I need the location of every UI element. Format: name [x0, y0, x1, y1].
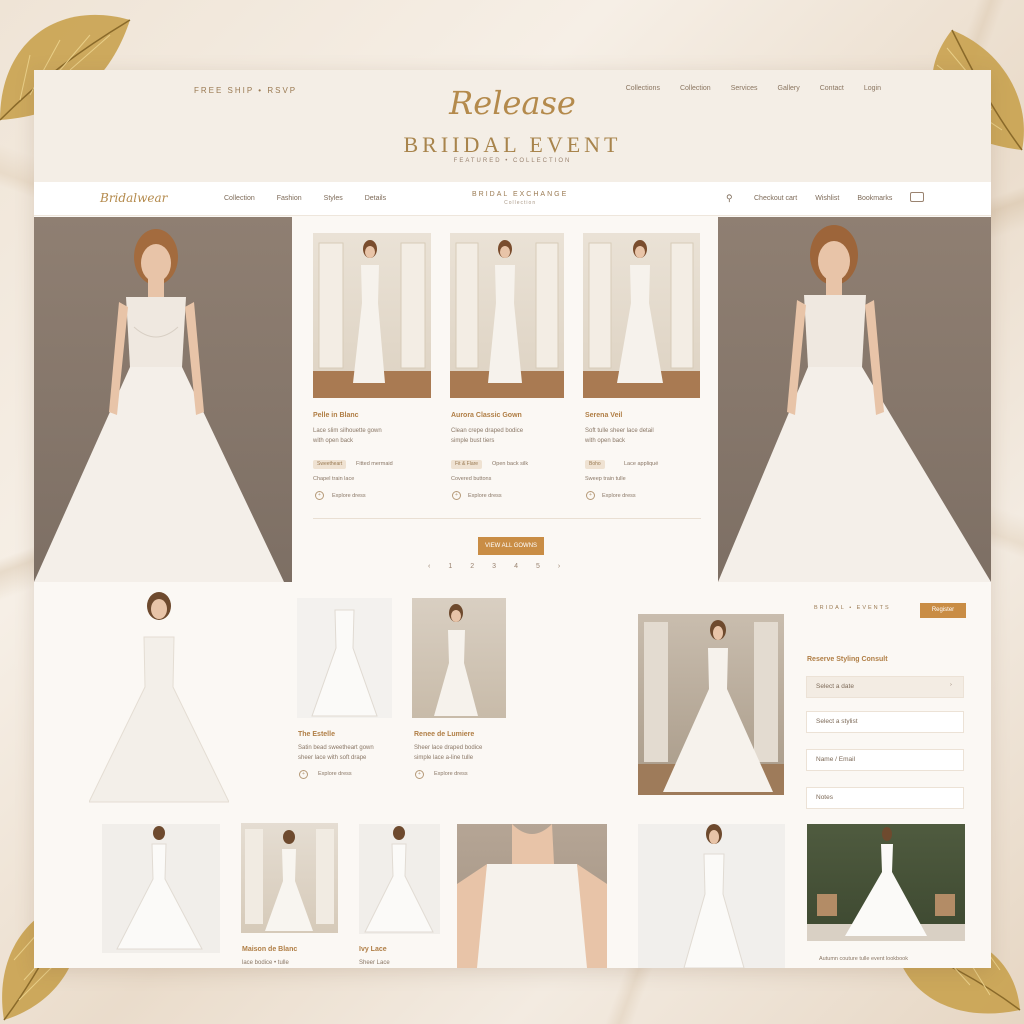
gown-photo-bottom-6[interactable]	[807, 824, 965, 941]
feature-card-1-plus-icon[interactable]: +	[315, 491, 324, 500]
date-field[interactable]: Select a date	[806, 676, 964, 698]
search-icon[interactable]: ⚲	[726, 193, 733, 204]
feature-card-3-text1: Soft tulle sheer lace detail	[585, 428, 654, 434]
feature-card-1-tag-text2: Chapel train lace	[313, 476, 355, 482]
gown-photo-mid-2[interactable]	[297, 598, 392, 718]
content-divider	[313, 518, 701, 519]
gown-photo-bottom-2[interactable]	[241, 823, 338, 933]
mid-card-2-text2: simple lace a-line tulle	[414, 755, 474, 761]
bottom-card-1-title[interactable]: Maison de Blanc	[242, 946, 297, 953]
feature-card-3-title[interactable]: Serena Veil	[585, 412, 622, 419]
feature-card-3-link[interactable]: Explore dress	[602, 493, 636, 499]
gown-photo-bottom-3[interactable]	[359, 824, 440, 934]
nav-center-sub: Collection	[504, 200, 537, 206]
pagination-page-5[interactable]: 5	[536, 563, 540, 570]
gown-photo-bottom-4[interactable]	[457, 824, 607, 968]
pagination-page-4[interactable]: 4	[514, 563, 518, 570]
pagination-next[interactable]: ›	[558, 563, 560, 570]
footer-caption: Autumn couture tulle event lookbook	[819, 956, 908, 962]
feature-card-1-tag: Sweetheart	[313, 460, 347, 469]
sidebar-subheading: Reserve Styling Consult	[807, 656, 888, 663]
feature-card-3-image[interactable]	[583, 233, 700, 398]
page-subtitle: FEATURED • COLLECTION	[453, 158, 572, 164]
feature-card-1-title[interactable]: Pelle in Blanc	[313, 412, 359, 419]
pagination: ‹ 1 2 3 4 5 ›	[428, 563, 560, 570]
nav-links: Collection Fashion Styles Details	[224, 195, 386, 202]
feature-card-2-link[interactable]: Explore dress	[468, 493, 502, 499]
mid-card-2-link[interactable]: Explore dress	[434, 771, 468, 777]
feature-card-1-text1: Lace slim silhouette gown	[313, 428, 382, 434]
mid-card-1-title[interactable]: The Estelle	[298, 731, 335, 738]
stylist-field[interactable]: Select a stylist	[806, 711, 964, 733]
bridal-event-page: FREE SHIP • RSVP Collections Collection …	[34, 70, 991, 968]
feature-card-2-title[interactable]: Aurora Classic Gown	[451, 412, 522, 419]
hero-photo-right[interactable]	[718, 217, 991, 582]
view-all-button[interactable]: VIEW ALL GOWNS	[478, 537, 544, 555]
nav-link-collection[interactable]: Collection	[224, 195, 255, 202]
mid-card-2-text1: Sheer lace draped bodice	[414, 745, 483, 751]
nav-link-bookmarks[interactable]: Bookmarks	[857, 195, 892, 202]
bottom-card-2-title[interactable]: Ivy Lace	[359, 946, 387, 953]
gown-photo-mid-1[interactable]	[89, 592, 229, 804]
page-title: BRIIDAL EVENT	[403, 132, 622, 157]
bottom-card-2-text: Sheer Lace	[359, 960, 390, 966]
feature-card-3-text2: with open back	[585, 438, 626, 444]
notes-field[interactable]: Notes	[806, 787, 964, 809]
feature-card-2-tag: Fit & Flare	[451, 460, 483, 469]
pagination-page-1[interactable]: 1	[448, 563, 452, 570]
mid-card-2-plus-icon[interactable]: +	[415, 770, 424, 779]
nav-center-main: BRIDAL EXCHANGE	[472, 191, 569, 198]
feature-card-3-tag: Boho	[585, 460, 605, 469]
feature-card-1-text2: with open back	[313, 438, 354, 444]
header-band: FREE SHIP • RSVP Collections Collection …	[34, 70, 991, 182]
feature-card-3-plus-icon[interactable]: +	[586, 491, 595, 500]
pagination-prev[interactable]: ‹	[428, 563, 430, 570]
feature-card-3-tag-text2: Sweep train tulle	[585, 476, 626, 482]
nav-link-styles[interactable]: Styles	[324, 195, 343, 202]
feature-card-2-text1: Clean crepe draped bodice	[451, 428, 524, 434]
feature-card-2-text2: simple bust tiers	[451, 438, 495, 444]
feature-card-2-tag-text2: Covered buttons	[451, 476, 492, 482]
gown-photo-mid-3[interactable]	[412, 598, 506, 718]
feature-card-2-plus-icon[interactable]: +	[452, 491, 461, 500]
feature-card-3-tag-text1: Lace appliqué	[624, 461, 659, 467]
nav-link-wishlist[interactable]: Wishlist	[815, 195, 839, 202]
logo-script[interactable]: Release	[34, 84, 991, 122]
register-button[interactable]: Register	[920, 603, 966, 618]
name-email-field[interactable]: Name / Email	[806, 749, 964, 771]
mid-card-1-text1: Satin bead sweetheart gown	[298, 745, 374, 751]
gown-photo-mid-4[interactable]	[638, 614, 784, 795]
nav-logo[interactable]: Bridalwear	[100, 191, 167, 205]
pagination-page-2[interactable]: 2	[470, 563, 474, 570]
date-field-chevron-icon[interactable]: ›	[950, 682, 952, 688]
feature-card-2-tag-text1: Open back silk	[492, 461, 529, 467]
main-nav: Bridalwear Collection Fashion Styles Det…	[34, 182, 991, 216]
gown-photo-bottom-1[interactable]	[102, 824, 220, 953]
hero-photo-left[interactable]	[34, 217, 292, 582]
nav-center-title: BRIDAL EXCHANGE Collection	[472, 191, 568, 206]
feature-card-2-image[interactable]	[450, 233, 564, 398]
mid-card-1-text2: sheer lace with soft drape	[298, 755, 367, 761]
mid-card-1-plus-icon[interactable]: +	[299, 770, 308, 779]
mid-card-2-title[interactable]: Renee de Lumiere	[414, 731, 474, 738]
feature-card-1-tag-text1: Fitted mermaid	[356, 461, 393, 467]
bottom-card-1-text: lace bodice • tulle	[242, 960, 289, 966]
nav-link-cart[interactable]: Checkout cart	[754, 195, 797, 202]
mid-card-1-link[interactable]: Explore dress	[318, 771, 352, 777]
feature-card-1-link[interactable]: Explore dress	[332, 493, 366, 499]
nav-right-links: Checkout cart Wishlist Bookmarks	[754, 195, 892, 202]
nav-link-details[interactable]: Details	[365, 195, 386, 202]
gown-photo-bottom-5[interactable]	[638, 824, 785, 968]
pagination-page-3[interactable]: 3	[492, 563, 496, 570]
sidebar-heading: BRIDAL • EVENTS	[814, 605, 891, 611]
feature-card-1-image[interactable]	[313, 233, 431, 398]
mail-icon[interactable]	[910, 192, 924, 202]
nav-link-fashion[interactable]: Fashion	[277, 195, 302, 202]
